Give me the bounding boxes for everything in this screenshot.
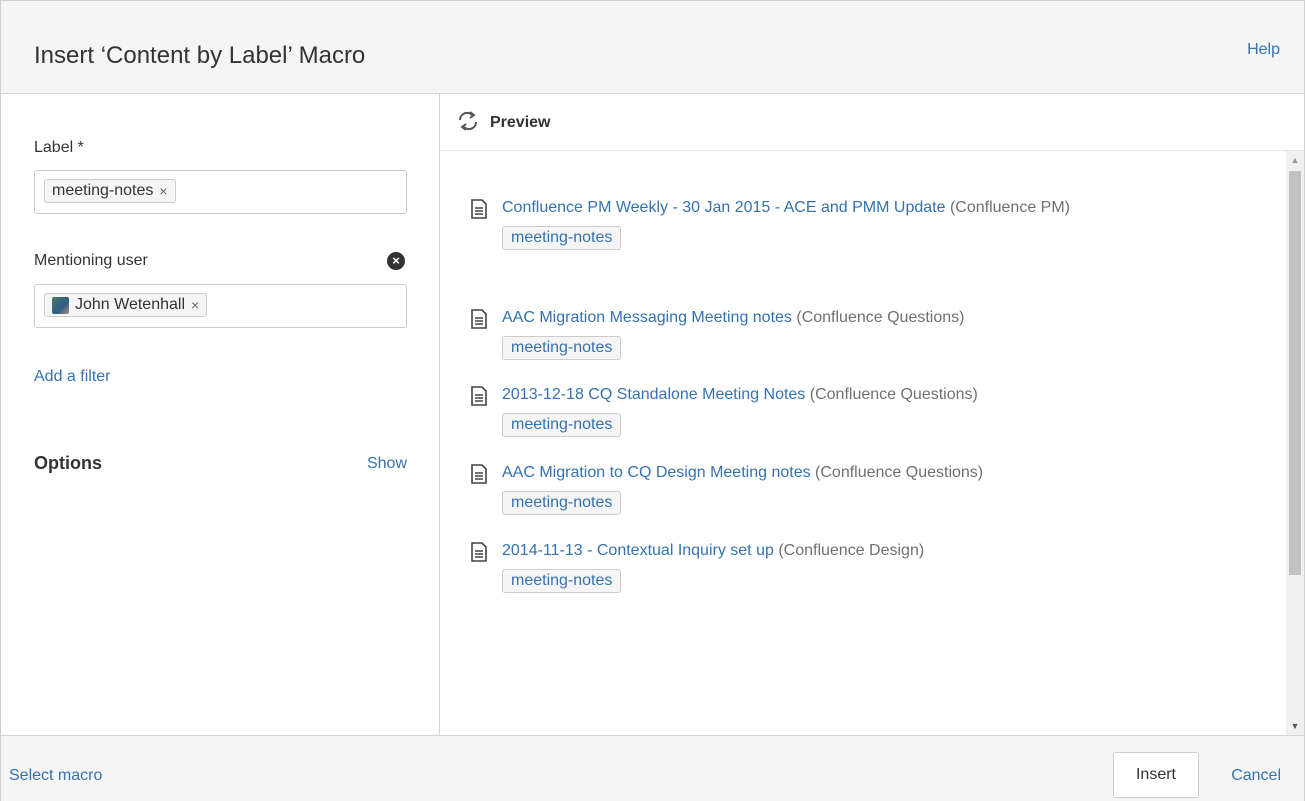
options-show-link[interactable]: Show	[367, 455, 407, 473]
result-link[interactable]: Confluence PM Weekly - 30 Jan 2015 - ACE…	[502, 199, 945, 216]
result-line: AAC Migration Messaging Meeting notes (C…	[502, 306, 1230, 360]
dialog-header: Insert ‘Content by Label’ Macro Help	[1, 1, 1304, 94]
help-link[interactable]: Help	[1247, 41, 1280, 59]
result-line: 2013-12-18 CQ Standalone Meeting Notes (…	[502, 383, 1230, 437]
result-label-tag[interactable]: meeting-notes	[502, 569, 622, 593]
scroll-down-arrow-icon[interactable]: ▼	[1286, 717, 1304, 735]
preview-header: Preview	[440, 94, 1304, 151]
result-label-tag[interactable]: meeting-notes	[502, 413, 622, 437]
scroll-up-arrow-icon[interactable]: ▲	[1286, 151, 1304, 169]
result-line: Confluence PM Weekly - 30 Jan 2015 - ACE…	[502, 196, 1230, 250]
mentioning-user-input[interactable]: John Wetenhall ×	[34, 284, 407, 328]
result-line: 2014-11-13 - Contextual Inquiry set up (…	[502, 539, 1230, 593]
label-chip: meeting-notes ×	[44, 179, 176, 203]
mentioning-user-field-label: Mentioning user	[34, 252, 148, 269]
document-icon	[471, 464, 487, 484]
options-heading: Options	[34, 453, 102, 473]
result-line: AAC Migration to CQ Design Meeting notes…	[502, 461, 1230, 515]
preview-title: Preview	[490, 114, 551, 131]
user-chip-text: John Wetenhall	[75, 296, 185, 313]
document-icon	[471, 386, 487, 406]
result-space: (Confluence Questions)	[815, 464, 984, 481]
preview-panel: Preview Confluence PM Weekly - 30 Jan 20…	[440, 94, 1304, 735]
user-chip: John Wetenhall ×	[44, 293, 208, 317]
dialog-title: Insert ‘Content by Label’ Macro	[34, 42, 366, 69]
parameters-panel: Label * meeting-notes × Mentioning user …	[1, 94, 440, 735]
label-input[interactable]: meeting-notes ×	[34, 170, 407, 214]
result-link[interactable]: AAC Migration to CQ Design Meeting notes	[502, 464, 811, 481]
result-space: (Confluence Design)	[778, 542, 925, 559]
label-chip-text: meeting-notes	[52, 182, 154, 199]
macro-dialog: Insert ‘Content by Label’ Macro Help Lab…	[0, 0, 1305, 801]
add-filter-link[interactable]: Add a filter	[34, 368, 110, 386]
user-avatar	[52, 296, 69, 314]
scroll-thumb[interactable]	[1289, 171, 1301, 575]
document-icon	[471, 542, 487, 562]
result-space: (Confluence Questions)	[796, 309, 965, 326]
cancel-link[interactable]: Cancel	[1231, 767, 1281, 785]
select-macro-link[interactable]: Select macro	[9, 767, 102, 785]
result-link[interactable]: AAC Migration Messaging Meeting notes	[502, 309, 792, 326]
result-label-tag[interactable]: meeting-notes	[502, 226, 622, 250]
result-label-tag[interactable]: meeting-notes	[502, 336, 622, 360]
preview-results: Confluence PM Weekly - 30 Jan 2015 - ACE…	[440, 151, 1286, 735]
result-link[interactable]: 2013-12-18 CQ Standalone Meeting Notes	[502, 386, 805, 403]
document-icon	[471, 199, 487, 219]
label-field-label: Label *	[34, 139, 84, 156]
refresh-icon[interactable]	[456, 111, 480, 131]
clear-filter-icon[interactable]: ×	[387, 252, 405, 270]
result-link[interactable]: 2014-11-13 - Contextual Inquiry set up	[502, 542, 774, 559]
dialog-footer: Select macro Insert Cancel	[1, 735, 1304, 801]
document-icon	[471, 309, 487, 329]
result-label-tag[interactable]: meeting-notes	[502, 491, 622, 515]
insert-button[interactable]: Insert	[1113, 752, 1199, 798]
result-space: (Confluence PM)	[949, 199, 1070, 216]
remove-chip-close-icon[interactable]: ×	[159, 180, 167, 202]
remove-user-close-icon[interactable]: ×	[191, 294, 199, 316]
result-space: (Confluence Questions)	[809, 386, 978, 403]
preview-scrollbar[interactable]: ▲ ▼	[1286, 151, 1304, 735]
